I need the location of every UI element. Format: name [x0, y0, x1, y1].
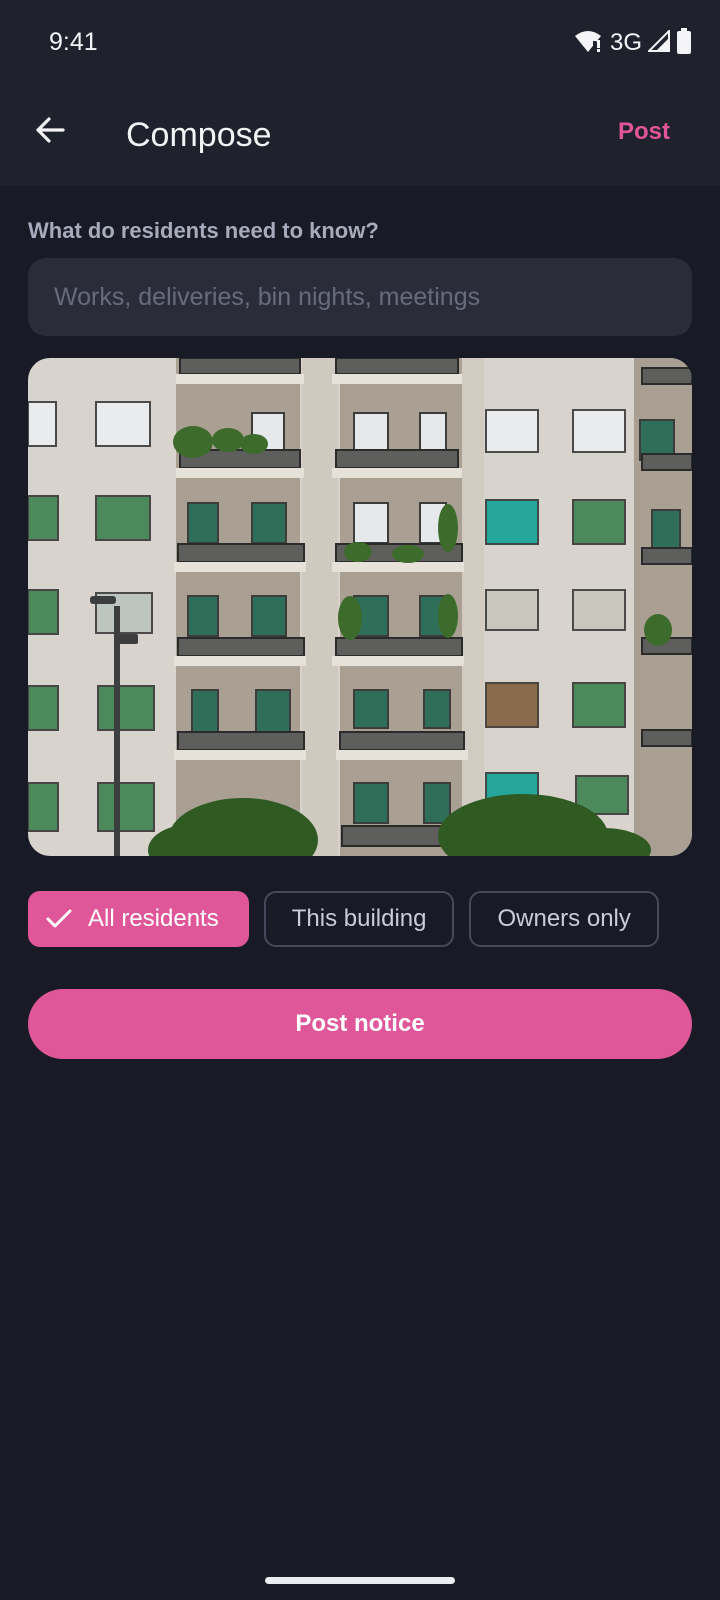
home-indicator[interactable] — [265, 1577, 455, 1584]
post-action-button[interactable]: Post — [618, 118, 670, 146]
arrow-left-icon — [34, 114, 66, 151]
status-bar: 9:41 3G — [0, 0, 720, 88]
compose-form: What do residents need to know? Works, d… — [28, 186, 692, 1059]
chip-this-building[interactable]: This building — [263, 891, 455, 947]
notice-input[interactable] — [52, 281, 668, 313]
question-label: What do residents need to know? — [28, 218, 379, 243]
chip-label: This building — [291, 905, 427, 932]
compose-screen: 9:41 3G Compose Post What do residents n… — [0, 0, 720, 1600]
network-type: 3G — [609, 29, 642, 56]
chip-owners-only[interactable]: Owners only — [469, 891, 659, 947]
page-title: Compose — [126, 116, 272, 154]
wifi-icon — [574, 29, 602, 58]
top-app-bar: Compose Post — [0, 88, 720, 186]
chip-all-residents[interactable]: All residents — [28, 891, 249, 947]
chip-label: Owners only — [497, 905, 631, 932]
status-icons: 3G — [574, 27, 692, 59]
signal-icon — [646, 28, 670, 57]
post-notice-label: Post notice — [295, 1010, 425, 1037]
attached-photo[interactable] — [28, 358, 692, 856]
post-notice-button[interactable]: Post notice — [28, 989, 692, 1059]
back-button[interactable] — [26, 108, 74, 156]
notice-input-field[interactable] — [28, 258, 692, 336]
building-photo-image — [28, 358, 692, 856]
status-time: 9:41 — [49, 28, 98, 56]
chip-label: All residents — [88, 905, 219, 932]
check-icon — [46, 908, 72, 930]
battery-icon — [676, 27, 692, 59]
audience-chip-group: All residents This building Owners only — [28, 891, 692, 947]
